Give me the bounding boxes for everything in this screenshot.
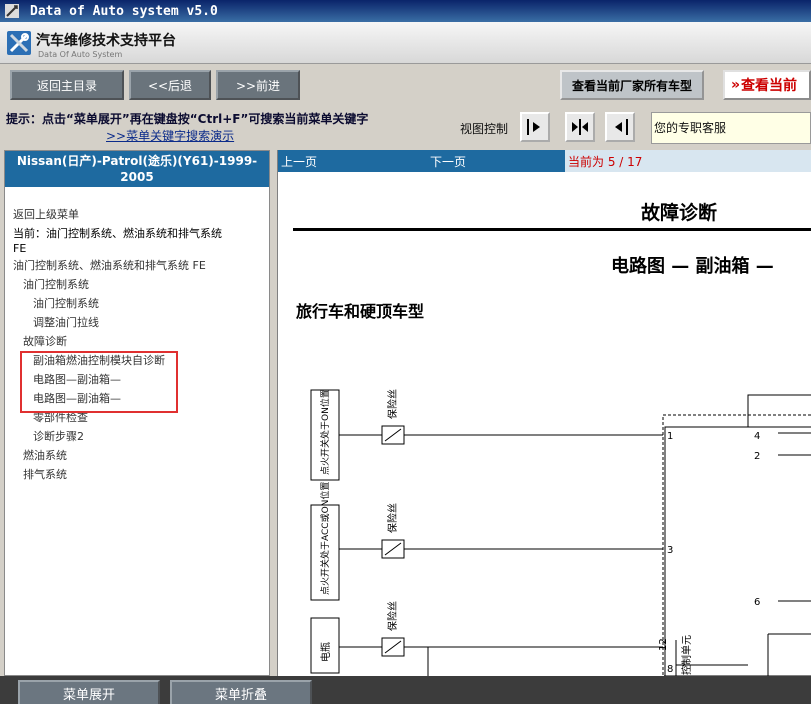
arrow-right-icon (527, 119, 540, 135)
menu-item[interactable]: 排气系统 (13, 465, 269, 484)
section-heading: 旅行车和硬顶车型 (296, 302, 425, 321)
current-menu-path-line1: 当前：油门控制系统、燃油系统和排气系统 (13, 227, 222, 240)
menu-item[interactable]: 诊断步骤2 (13, 427, 269, 446)
menu-item[interactable]: 油门控制系统 (13, 275, 269, 294)
menu-panel: Nissan(日产)-Patrol(途乐)(Y61)-1999- 2005 返回… (4, 150, 270, 676)
back-button[interactable]: <<后退 (129, 70, 211, 100)
bottom-bar: 菜单展开 菜单折叠 (0, 676, 811, 704)
document-subtitle: 电路图 — 副油箱 — (611, 256, 774, 277)
battery-label: 电瓶 (319, 642, 332, 662)
expand-right-view-button[interactable] (520, 112, 550, 142)
title-rule (293, 228, 811, 231)
split-arrows-icon (572, 119, 588, 135)
menu-expand-button[interactable]: 菜单展开 (18, 680, 160, 704)
split-view-button[interactable] (565, 112, 595, 142)
fuse-label: 保险丝 (386, 389, 399, 419)
back-to-parent-menu-link[interactable]: 返回上级菜单 (13, 205, 269, 224)
page-indicator: 当前为 5 / 17 (565, 150, 811, 172)
selection-highlight-box (20, 351, 178, 413)
expand-left-view-button[interactable] (605, 112, 635, 142)
main-toolbar: 返回主目录 <<后退 >>前进 查看当前厂家所有车型 » 查看当前 (0, 64, 811, 106)
hint-bar: 提示：点击“菜单展开”再在键盘按“Ctrl+F”可搜索当前菜单关键字 >>菜单关… (0, 106, 811, 150)
car-model-title: Nissan(日产)-Patrol(途乐)(Y61)-1999- 2005 (5, 151, 269, 187)
brand-subtitle: Data Of Auto System (38, 50, 123, 59)
service-contact-box[interactable]: 您的专职客服 (651, 112, 811, 144)
control-unit-label: 控制单元 (680, 635, 693, 675)
panel-splitter[interactable] (270, 150, 277, 676)
car-model-line1: Nissan(日产)-Patrol(途乐)(Y61)-1999- (16, 154, 258, 168)
brand-title: 汽车维修技术支持平台 (36, 33, 176, 49)
search-demo-link[interactable]: >>菜单关键字搜索演示 (106, 127, 234, 144)
current-menu-path-line2: FE (13, 242, 27, 255)
all-models-button[interactable]: 查看当前厂家所有车型 (560, 70, 704, 100)
tools-logo-icon (6, 30, 32, 56)
fuse-label: 保险丝 (386, 503, 399, 533)
window-title: Data of Auto system v5.0 (30, 3, 218, 19)
menu-item[interactable]: 燃油系统 (13, 446, 269, 465)
pin-label: 1 (667, 431, 673, 442)
ignition-acc-on-label: 点火开关处于ACC或ON位置 (319, 482, 331, 595)
menu-item[interactable]: 油门控制系统、燃油系统和排气系统 FE (13, 256, 269, 275)
fuse-label: 保险丝 (386, 601, 399, 631)
pin-label: 12 (658, 638, 669, 651)
document-title: 故障诊断 (641, 202, 718, 224)
ignition-on-label: 点火开关处于ON位置 (319, 389, 331, 475)
arrow-left-icon (615, 119, 628, 135)
view-control-label: 视图控制 (460, 122, 509, 136)
brand-header: 汽车维修技术支持平台 Data Of Auto System (0, 22, 811, 64)
view-current-label: 查看当前 (741, 78, 798, 94)
menu-item[interactable]: 油门控制系统 (13, 294, 269, 313)
double-chevron-right-icon: » (731, 77, 741, 93)
menu-item[interactable]: 调整油门拉线 (13, 313, 269, 332)
menu-tree: 返回上级菜单 当前：油门控制系统、燃油系统和排气系统 FE 油门控制系统、燃油系… (5, 187, 269, 484)
pin-label: 2 (754, 451, 760, 462)
forward-button[interactable]: >>前进 (216, 70, 300, 100)
view-current-button[interactable]: » 查看当前 (723, 70, 811, 100)
menu-item[interactable]: 故障诊断 (13, 332, 269, 351)
menu-collapse-button[interactable]: 菜单折叠 (170, 680, 312, 704)
prev-page-link[interactable]: 上一页 (281, 153, 317, 170)
current-menu-path: 当前：油门控制系统、燃油系统和排气系统 FE (13, 226, 269, 256)
pin-label: 8 (667, 664, 673, 675)
pin-label: 3 (667, 545, 673, 556)
car-model-line2: 2005 (120, 170, 154, 184)
document-panel: 上一页 下一页 当前为 5 / 17 故障诊断 电路图 — 副油箱 — 旅行车和… (277, 150, 811, 676)
pin-label: 6 (754, 597, 760, 608)
back-to-main-button[interactable]: 返回主目录 (10, 70, 124, 100)
app-icon (4, 3, 20, 19)
window-titlebar: Data of Auto system v5.0 (0, 0, 811, 22)
page-nav-strip: 上一页 下一页 当前为 5 / 17 (278, 150, 811, 172)
hint-text: 提示：点击“菜单展开”再在键盘按“Ctrl+F”可搜索当前菜单关键字 (6, 112, 369, 126)
next-page-link[interactable]: 下一页 (430, 153, 466, 170)
wiring-diagram: 1 3 8 12 4 2 6 控制单元 保险丝 保险丝 保险丝 点火开关处于ON… (310, 389, 811, 676)
pin-label: 4 (754, 431, 760, 442)
